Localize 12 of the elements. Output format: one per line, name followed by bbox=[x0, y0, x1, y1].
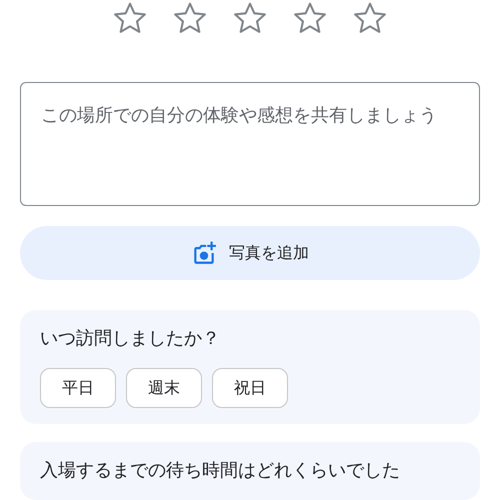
star-icon[interactable] bbox=[352, 0, 388, 36]
option-chip[interactable]: 平日 bbox=[40, 368, 116, 408]
star-icon[interactable] bbox=[112, 0, 148, 36]
star-icon[interactable] bbox=[292, 0, 328, 36]
star-icon[interactable] bbox=[172, 0, 208, 36]
star-icon[interactable] bbox=[232, 0, 268, 36]
option-chip[interactable]: 週末 bbox=[126, 368, 202, 408]
option-chip[interactable]: 祝日 bbox=[212, 368, 288, 408]
question-text: 入場するまでの待ち時間はどれくらいでした bbox=[40, 459, 401, 483]
review-field[interactable]: この場所での自分の体験や感想を共有しましょう bbox=[20, 82, 480, 206]
question-text: いつ訪問しましたか？ bbox=[40, 327, 221, 351]
add-photo-button[interactable]: 写真を追加 bbox=[20, 226, 480, 280]
